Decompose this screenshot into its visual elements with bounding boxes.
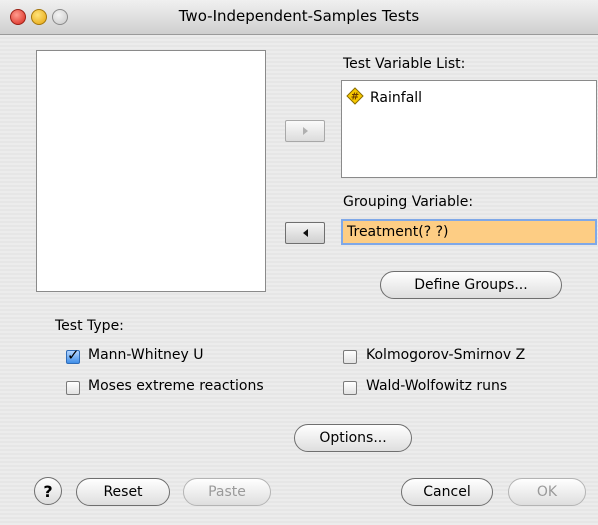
test-type-label: Test Type: (55, 318, 124, 334)
svg-text:#: # (351, 92, 359, 103)
ok-button[interactable]: OK (508, 478, 586, 506)
grouping-variable-value: Treatment(? ?) (347, 224, 449, 240)
grouping-variable-field[interactable]: Treatment(? ?) (341, 219, 597, 245)
moses-extreme-checkbox[interactable] (66, 381, 80, 395)
source-variable-list[interactable] (36, 50, 266, 292)
paste-button[interactable]: Paste (183, 478, 271, 506)
options-button[interactable]: Options... (294, 424, 412, 452)
list-item-label: Rainfall (370, 90, 423, 106)
wald-wolfowitz-label: Wald-Wolfowitz runs (366, 378, 508, 394)
list-item[interactable]: # Rainfall (346, 87, 422, 106)
cancel-button[interactable]: Cancel (401, 478, 493, 506)
help-icon[interactable]: ? (34, 477, 62, 505)
moses-extreme-label: Moses extreme reactions (88, 378, 264, 394)
move-to-test-list-button[interactable] (285, 120, 325, 142)
grouping-variable-label: Grouping Variable: (343, 194, 474, 210)
scale-variable-icon: # (346, 87, 364, 105)
arrow-right-icon (302, 127, 308, 135)
move-to-grouping-button[interactable] (285, 222, 325, 244)
wald-wolfowitz-checkbox[interactable] (343, 381, 357, 395)
define-groups-button[interactable]: Define Groups... (380, 271, 562, 299)
title-bar[interactable]: Two-Independent-Samples Tests (0, 0, 598, 35)
test-variable-list-label: Test Variable List: (343, 56, 466, 72)
kolmogorov-smirnov-checkbox[interactable] (343, 350, 357, 364)
mann-whitney-label: Mann-Whitney U (88, 347, 204, 363)
mann-whitney-checkbox[interactable] (66, 346, 80, 364)
arrow-left-icon (302, 229, 308, 237)
kolmogorov-smirnov-label: Kolmogorov-Smirnov Z (366, 347, 526, 363)
window-title: Two-Independent-Samples Tests (178, 7, 420, 25)
reset-button[interactable]: Reset (76, 478, 170, 506)
test-variable-list[interactable]: # Rainfall (341, 80, 597, 178)
